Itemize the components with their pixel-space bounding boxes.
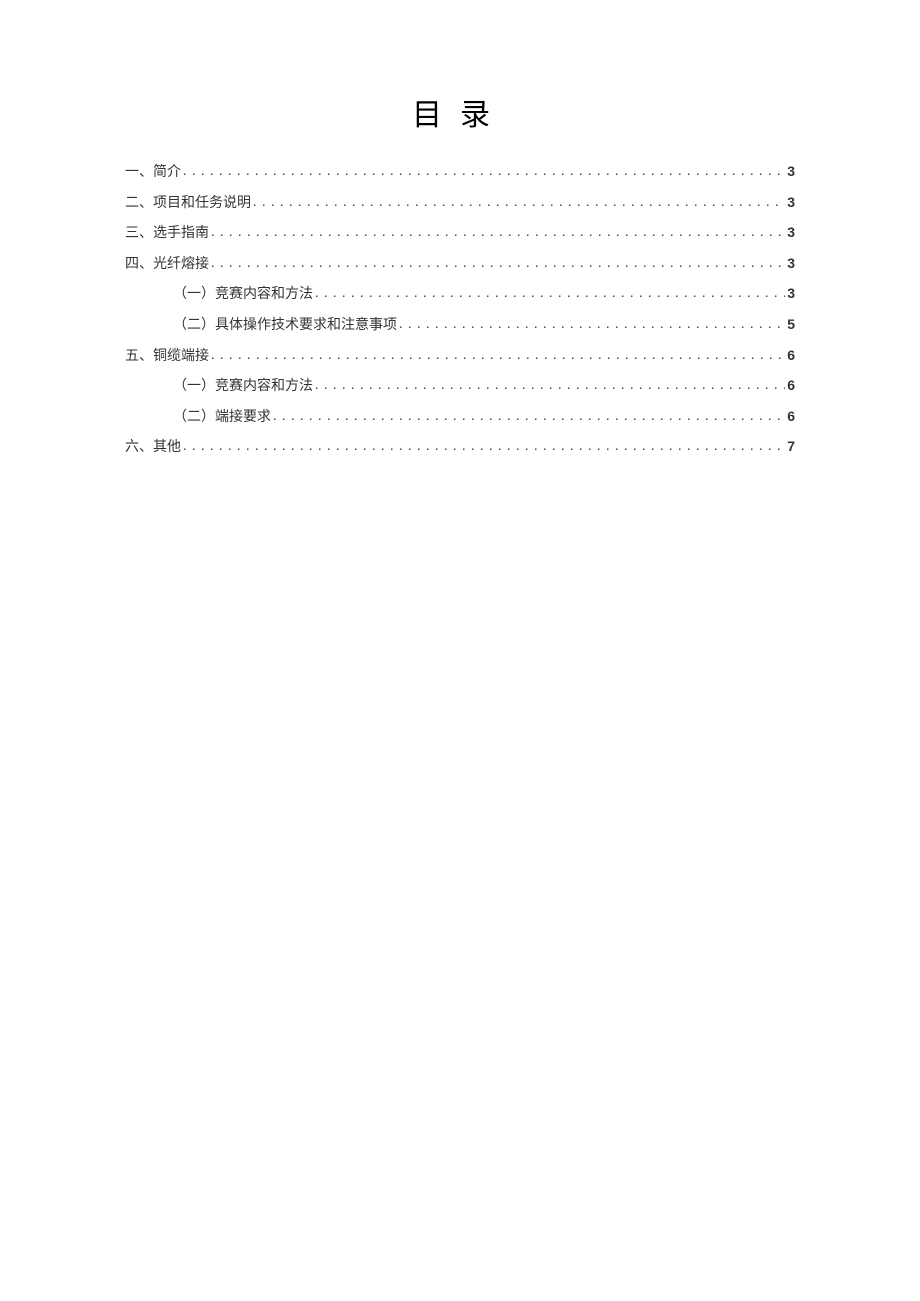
toc-leader-dots bbox=[211, 254, 785, 268]
toc-entry: （一）竞赛内容和方法 3 bbox=[125, 284, 795, 305]
toc-entry-page: 3 bbox=[787, 254, 795, 274]
toc-leader-dots bbox=[399, 315, 785, 329]
toc-entry-label: （二）端接要求 bbox=[173, 408, 271, 428]
toc-entry: 六、其他 7 bbox=[125, 437, 795, 458]
toc-entry-label: 二、项目和任务说明 bbox=[125, 194, 251, 214]
toc-entry: 三、选手指南 3 bbox=[125, 223, 795, 244]
toc-entry-page: 5 bbox=[787, 315, 795, 335]
toc-leader-dots bbox=[253, 193, 785, 207]
toc-entry-page: 6 bbox=[787, 346, 795, 366]
toc-entry: （二）具体操作技术要求和注意事项 5 bbox=[125, 315, 795, 336]
toc-entry-page: 6 bbox=[787, 376, 795, 396]
toc-entry-page: 7 bbox=[787, 437, 795, 457]
toc-entry-label: 三、选手指南 bbox=[125, 224, 209, 244]
toc-entry-page: 6 bbox=[787, 407, 795, 427]
toc-entry-label: 五、铜缆端接 bbox=[125, 347, 209, 367]
toc-leader-dots bbox=[315, 376, 785, 390]
toc-entry-label: 四、光纤熔接 bbox=[125, 255, 209, 275]
toc-title: 目录 bbox=[125, 90, 795, 134]
toc-entry: （一）竞赛内容和方法 6 bbox=[125, 376, 795, 397]
toc-entry: 二、项目和任务说明 3 bbox=[125, 193, 795, 214]
toc-entry-page: 3 bbox=[787, 223, 795, 243]
toc-leader-dots bbox=[315, 284, 785, 298]
toc-leader-dots bbox=[273, 407, 785, 421]
toc-list: 一、简介 3 二、项目和任务说明 3 三、选手指南 3 四、光纤熔接 3 （一）竞赛内容和方法 3… bbox=[125, 162, 795, 458]
toc-entry-label: （一）竞赛内容和方法 bbox=[173, 377, 313, 397]
toc-entry: 一、简介 3 bbox=[125, 162, 795, 183]
toc-leader-dots bbox=[183, 437, 785, 451]
toc-entry: 五、铜缆端接 6 bbox=[125, 346, 795, 367]
toc-entry: （二）端接要求 6 bbox=[125, 407, 795, 428]
toc-entry-page: 3 bbox=[787, 284, 795, 304]
toc-leader-dots bbox=[211, 223, 785, 237]
toc-entry: 四、光纤熔接 3 bbox=[125, 254, 795, 275]
toc-entry-label: 六、其他 bbox=[125, 438, 181, 458]
toc-entry-page: 3 bbox=[787, 193, 795, 213]
toc-entry-label: 一、简介 bbox=[125, 163, 181, 183]
document-page: 目录 一、简介3二、项目和任务说明3三、选手指南3四、光纤熔接3（一）竞赛内容和… bbox=[0, 0, 920, 458]
toc-entry-label: （一）竞赛内容和方法 bbox=[173, 285, 313, 305]
toc-entry-page: 3 bbox=[787, 162, 795, 182]
toc-entry-label: （二）具体操作技术要求和注意事项 bbox=[173, 316, 397, 336]
toc-leader-dots bbox=[183, 162, 785, 176]
toc-leader-dots bbox=[211, 346, 785, 360]
